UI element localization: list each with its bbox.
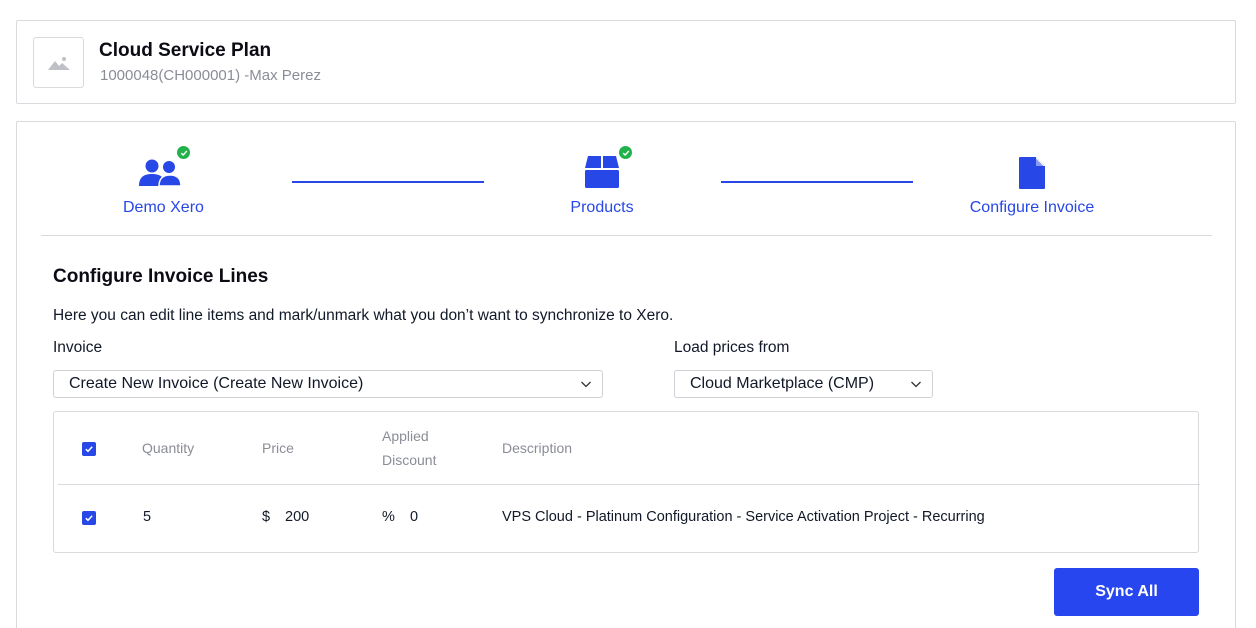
step-configure-invoice[interactable]: Configure Invoice <box>968 154 1096 217</box>
row-description[interactable]: VPS Cloud - Platinum Configuration - Ser… <box>502 509 985 525</box>
invoice-config-card: Demo Xero Products Configure Invoice Con… <box>16 121 1236 628</box>
step-connector <box>721 181 913 183</box>
column-header-price: Price <box>262 440 294 456</box>
load-prices-label: Load prices from <box>674 339 790 356</box>
document-icon <box>1019 157 1045 189</box>
step-label: Demo Xero <box>123 199 204 216</box>
step-icon-wrapper <box>567 146 637 190</box>
load-prices-select-value: Cloud Marketplace (CMP) <box>690 375 875 392</box>
step-complete-check-icon <box>619 146 632 159</box>
table-row-divider <box>58 484 1200 485</box>
column-header-description: Description <box>502 440 573 456</box>
section-title: Configure Invoice Lines <box>53 266 269 287</box>
check-icon <box>85 446 93 453</box>
plan-thumbnail <box>33 37 84 88</box>
column-header-quantity: Quantity <box>142 440 195 456</box>
invoice-select-value: Create New Invoice (Create New Invoice) <box>69 375 364 392</box>
row-quantity[interactable]: 5 <box>143 509 151 525</box>
plan-header-card: Cloud Service Plan 1000048(CH000001) -Ma… <box>16 20 1236 104</box>
step-demo-xero[interactable]: Demo Xero <box>123 146 204 217</box>
row-currency-symbol: $ <box>262 509 271 525</box>
invoice-select[interactable]: Create New Invoice (Create New Invoice) <box>53 370 603 398</box>
section-description: Here you can edit line items and mark/un… <box>53 307 674 324</box>
page-title: Cloud Service Plan <box>99 40 272 61</box>
step-connector <box>292 181 484 183</box>
invoice-label: Invoice <box>53 339 103 356</box>
chevron-down-icon <box>581 381 591 388</box>
column-header-discount-line1: Applied <box>382 428 429 444</box>
image-placeholder-icon <box>47 56 70 70</box>
sync-all-button[interactable]: Sync All <box>1054 568 1199 616</box>
row-discount[interactable]: 0 <box>410 509 418 525</box>
chevron-down-icon <box>911 381 921 388</box>
step-complete-check-icon <box>177 146 191 159</box>
load-prices-select[interactable]: Cloud Marketplace (CMP) <box>674 370 933 398</box>
check-icon <box>85 515 93 522</box>
row-price[interactable]: 200 <box>285 509 309 525</box>
step-icon-wrapper <box>135 146 191 190</box>
step-icon-wrapper <box>968 154 1096 190</box>
box-icon <box>585 156 619 188</box>
page-subtitle: 1000048(CH000001) -Max Perez <box>100 67 321 84</box>
step-label: Products <box>570 199 634 216</box>
users-icon <box>139 159 183 187</box>
stepper-divider <box>41 235 1212 236</box>
select-all-checkbox[interactable] <box>82 442 96 456</box>
step-products[interactable]: Products <box>567 146 637 217</box>
row-checkbox[interactable] <box>82 511 96 525</box>
column-header-discount-line2: Discount <box>382 452 437 468</box>
step-label: Configure Invoice <box>969 199 1095 216</box>
row-discount-symbol: % <box>382 509 395 525</box>
invoice-lines-table: Quantity Price Applied Discount Descript… <box>53 411 1200 553</box>
